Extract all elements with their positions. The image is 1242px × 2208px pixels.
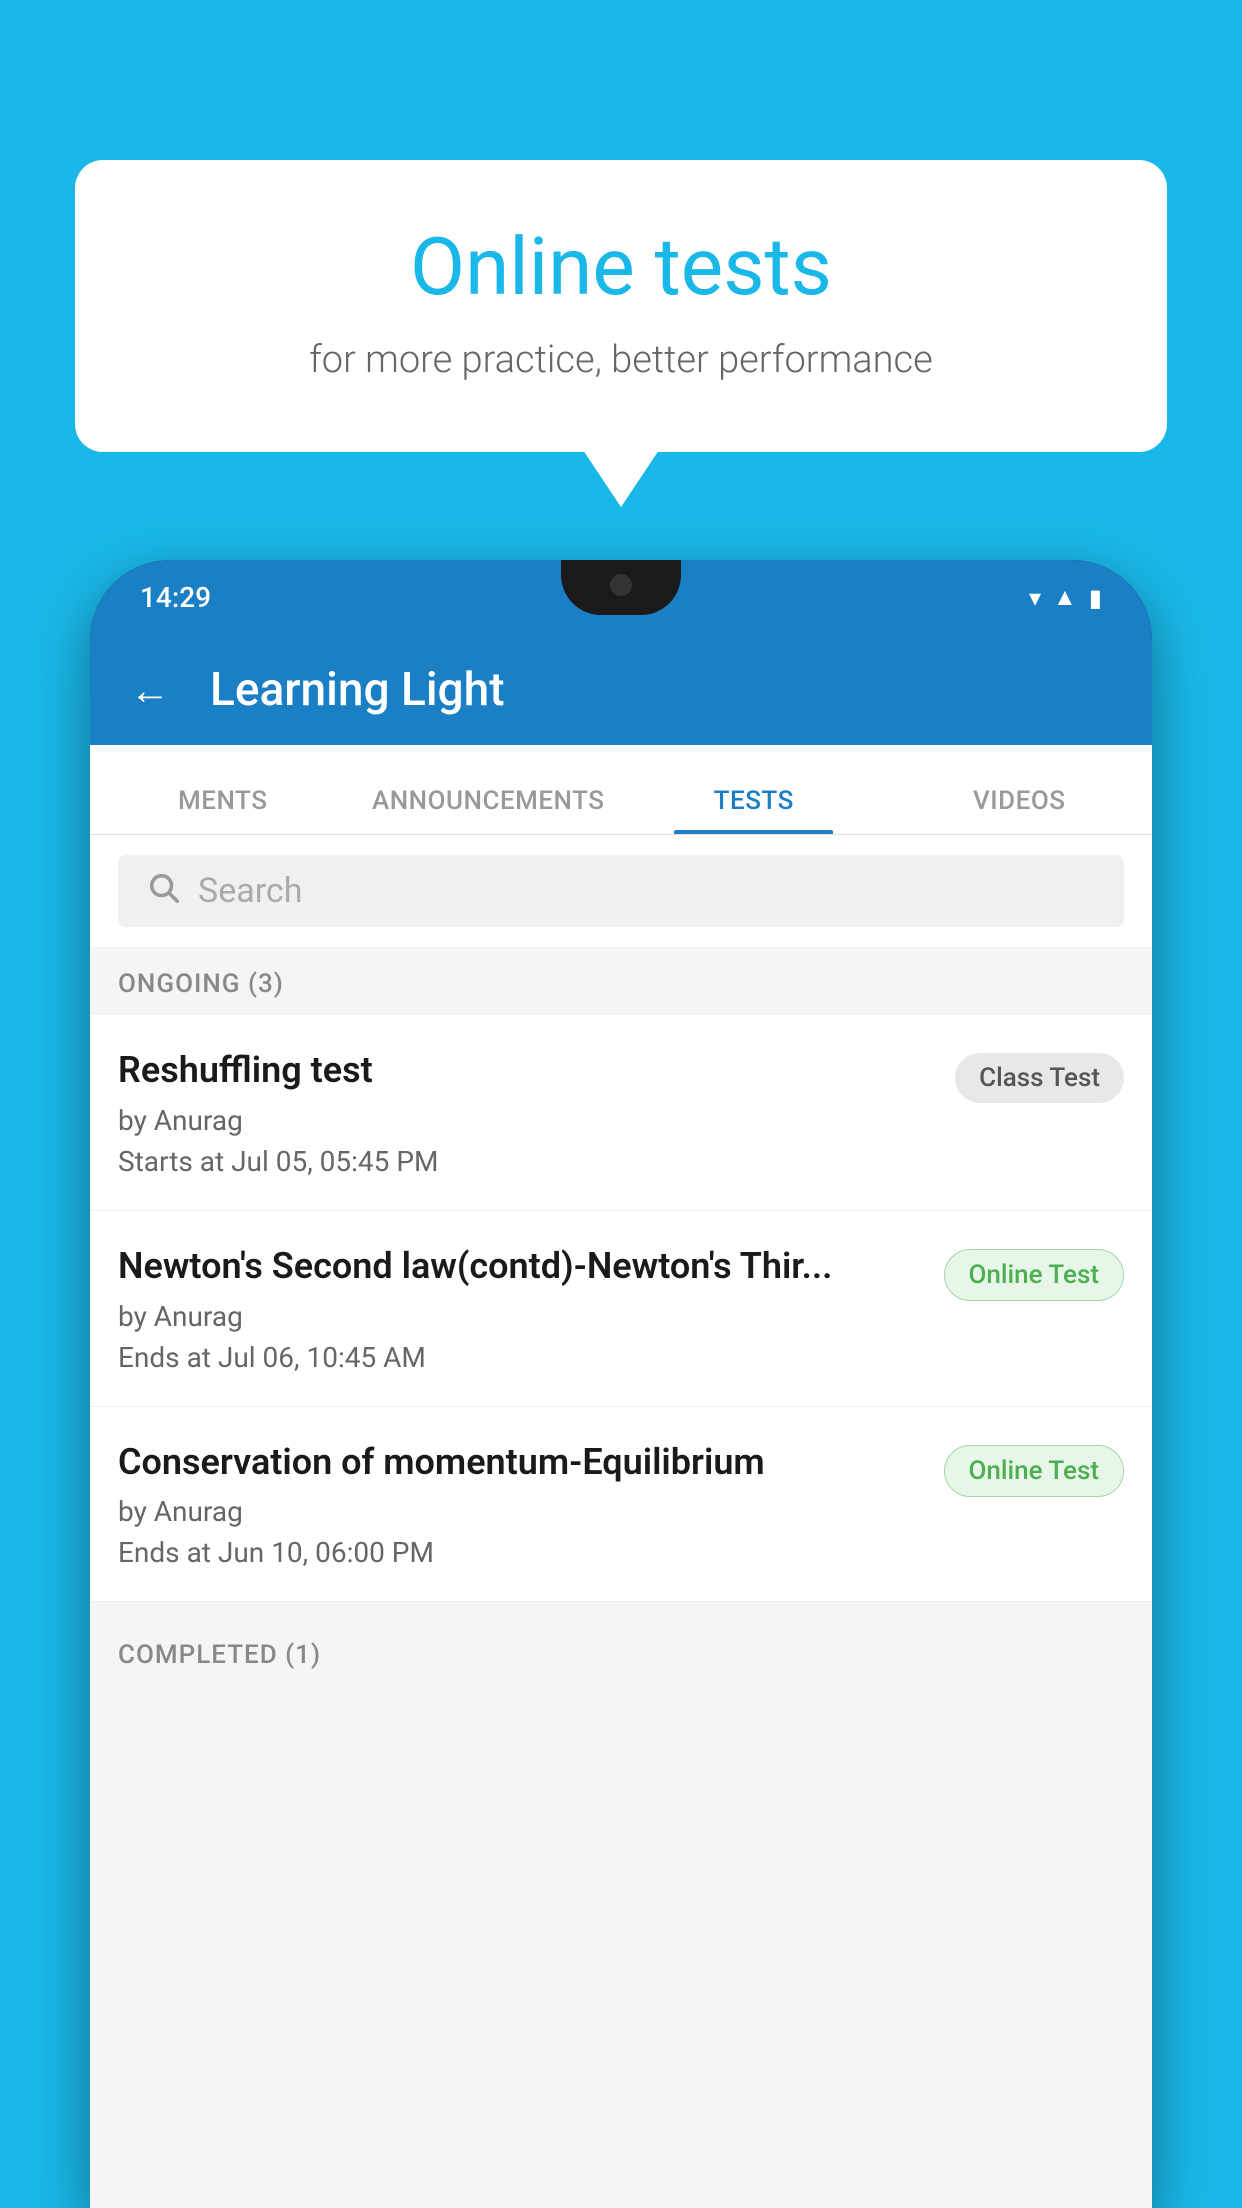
tab-announcements[interactable]: ANNOUNCEMENTS [356,786,622,834]
test-list: Reshuffling test by Anurag Starts at Jul… [90,1015,1152,1602]
test-badge-2: Online Test [944,1249,1125,1301]
test-time-1: Starts at Jul 05, 05:45 PM [118,1145,931,1178]
completed-section-header: COMPLETED (1) [90,1618,1152,1686]
speech-bubble: Online tests for more practice, better p… [75,160,1167,452]
test-author-3: by Anurag [118,1495,920,1528]
app-title: Learning Light [210,663,505,717]
phone-content: Search ONGOING (3) Reshuffling test by A… [90,835,1152,2208]
ongoing-section-header: ONGOING (3) [90,947,1152,1015]
test-info-1: Reshuffling test by Anurag Starts at Jul… [118,1047,955,1178]
test-author-2: by Anurag [118,1300,920,1333]
search-bar[interactable]: Search [118,855,1124,927]
speech-bubble-container: Online tests for more practice, better p… [75,160,1167,452]
test-time-2: Ends at Jul 06, 10:45 AM [118,1341,920,1374]
tab-ments[interactable]: MENTS [90,786,356,834]
tab-videos[interactable]: VIDEOS [887,786,1153,834]
speech-bubble-subtitle: for more practice, better performance [155,338,1087,382]
test-badge-3: Online Test [944,1445,1125,1497]
test-badge-1: Class Test [955,1053,1124,1103]
speech-bubble-title: Online tests [155,220,1087,314]
test-info-2: Newton's Second law(contd)-Newton's Thir… [118,1243,944,1374]
search-placeholder: Search [198,871,302,911]
tab-bar: MENTS ANNOUNCEMENTS TESTS VIDEOS [90,745,1152,835]
test-title-3: Conservation of momentum-Equilibrium [118,1439,920,1486]
app-bar: ← Learning Light [90,635,1152,745]
battery-icon: ▮ [1089,584,1102,612]
search-container: Search [90,835,1152,947]
phone-notch [561,560,681,615]
search-icon [146,870,180,913]
test-title-1: Reshuffling test [118,1047,931,1094]
test-item-3[interactable]: Conservation of momentum-Equilibrium by … [90,1407,1152,1603]
test-info-3: Conservation of momentum-Equilibrium by … [118,1439,944,1570]
back-button[interactable]: ← [130,667,170,714]
test-title-2: Newton's Second law(contd)-Newton's Thir… [118,1243,920,1290]
tab-tests[interactable]: TESTS [621,786,887,834]
test-item-1[interactable]: Reshuffling test by Anurag Starts at Jul… [90,1015,1152,1211]
status-icons: ▾ ▲ ▮ [1029,583,1102,612]
status-time: 14:29 [140,581,211,614]
signal-icon: ▲ [1053,583,1077,612]
test-time-3: Ends at Jun 10, 06:00 PM [118,1536,920,1569]
phone-frame: 14:29 ▾ ▲ ▮ ← Learning Light MENTS ANNOU… [90,560,1152,2208]
test-item-2[interactable]: Newton's Second law(contd)-Newton's Thir… [90,1211,1152,1407]
wifi-icon: ▾ [1029,584,1041,612]
test-author-1: by Anurag [118,1104,931,1137]
status-bar: 14:29 ▾ ▲ ▮ [90,560,1152,635]
